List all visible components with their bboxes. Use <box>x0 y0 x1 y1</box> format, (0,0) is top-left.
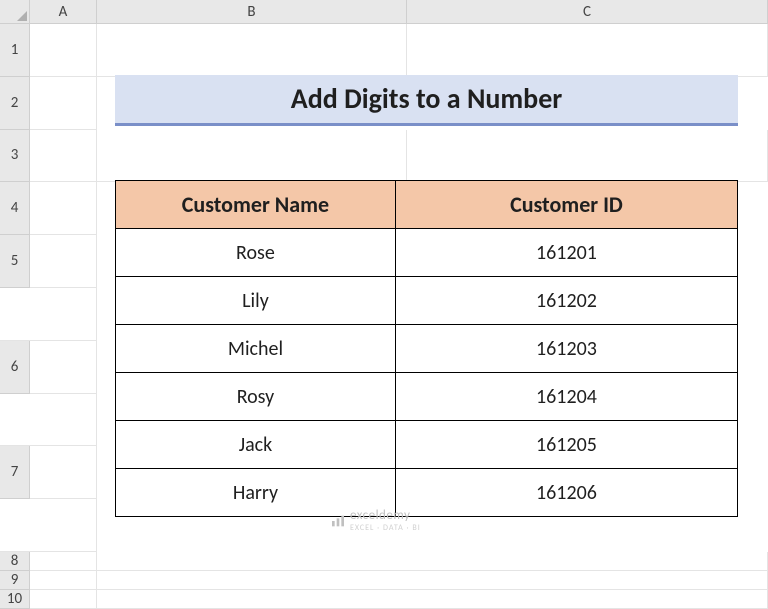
cell-a6[interactable] <box>30 341 97 394</box>
table-row: Lily 161202 <box>116 277 738 325</box>
row-header-5[interactable]: 5 <box>0 235 30 288</box>
row-header-4[interactable]: 4 <box>0 182 30 235</box>
cell-a4[interactable] <box>30 182 97 235</box>
row-header-7[interactable]: 7 <box>0 446 30 499</box>
cell-a3[interactable] <box>30 130 97 183</box>
table-header-row: Customer Name Customer ID <box>116 181 738 229</box>
col-header-c[interactable]: C <box>407 0 768 24</box>
header-customer-name[interactable]: Customer Name <box>116 181 396 229</box>
watermark: exceldemy EXCEL · DATA · BI <box>330 508 421 533</box>
cell-a5[interactable] <box>30 235 97 288</box>
cell-c10[interactable] <box>407 590 768 609</box>
table-row: Michel 161203 <box>116 325 738 373</box>
cell-id[interactable]: 161205 <box>395 421 737 469</box>
cell-c7[interactable] <box>30 499 97 552</box>
cell-c3[interactable] <box>407 130 768 183</box>
cell-id[interactable]: 161203 <box>395 325 737 373</box>
chart-icon <box>330 513 346 529</box>
header-customer-id[interactable]: Customer ID <box>395 181 737 229</box>
cell-id[interactable]: 161202 <box>395 277 737 325</box>
row-header-2[interactable]: 2 <box>0 77 30 130</box>
cell-c5[interactable] <box>30 288 97 341</box>
cell-a2[interactable] <box>30 77 97 130</box>
watermark-text: exceldemy <box>350 508 410 523</box>
cell-b8[interactable] <box>97 552 407 571</box>
row-header-9[interactable]: 9 <box>0 571 30 590</box>
spreadsheet-grid: A B C 1 2 Add Digits to a Number 3 4 Cus… <box>0 0 768 552</box>
row-header-1[interactable]: 1 <box>0 24 30 77</box>
cell-b9[interactable] <box>97 571 407 590</box>
cell-name[interactable]: Rosy <box>116 373 396 421</box>
cell-c1[interactable] <box>407 24 768 77</box>
cell-name[interactable]: Rose <box>116 229 396 277</box>
cell-id[interactable]: 161206 <box>395 469 737 517</box>
table-row: Rosy 161204 <box>116 373 738 421</box>
cell-a9[interactable] <box>30 571 97 590</box>
watermark-subtext: EXCEL · DATA · BI <box>350 523 421 533</box>
cell-b5[interactable] <box>0 288 30 341</box>
cell-b10[interactable] <box>97 590 407 609</box>
table-row: Rose 161201 <box>116 229 738 277</box>
cell-id[interactable]: 161204 <box>395 373 737 421</box>
select-all-corner[interactable] <box>0 0 30 24</box>
cell-c8[interactable] <box>407 552 768 571</box>
cell-b7[interactable] <box>0 499 30 552</box>
col-header-a[interactable]: A <box>30 0 97 24</box>
cell-id[interactable]: 161201 <box>395 229 737 277</box>
cell-b1[interactable] <box>97 24 407 77</box>
row-header-10[interactable]: 10 <box>0 590 30 609</box>
col-header-b[interactable]: B <box>97 0 407 24</box>
customer-table: Customer Name Customer ID Rose 161201 Li… <box>115 180 738 517</box>
cell-c6[interactable] <box>30 394 97 447</box>
row-header-8[interactable]: 8 <box>0 552 30 571</box>
cell-a7[interactable] <box>30 446 97 499</box>
cell-name[interactable]: Michel <box>116 325 396 373</box>
cell-a10[interactable] <box>30 590 97 609</box>
row-header-3[interactable]: 3 <box>0 130 30 183</box>
cell-b3[interactable] <box>97 130 407 183</box>
cell-a1[interactable] <box>30 24 97 77</box>
row-header-6[interactable]: 6 <box>0 341 30 394</box>
table-row: Jack 161205 <box>116 421 738 469</box>
cell-b6[interactable] <box>0 394 30 447</box>
cell-a8[interactable] <box>30 552 97 571</box>
cell-name[interactable]: Lily <box>116 277 396 325</box>
table-row: Harry 161206 <box>116 469 738 517</box>
cell-c9[interactable] <box>407 571 768 590</box>
page-title: Add Digits to a Number <box>115 75 738 126</box>
cell-name[interactable]: Jack <box>116 421 396 469</box>
